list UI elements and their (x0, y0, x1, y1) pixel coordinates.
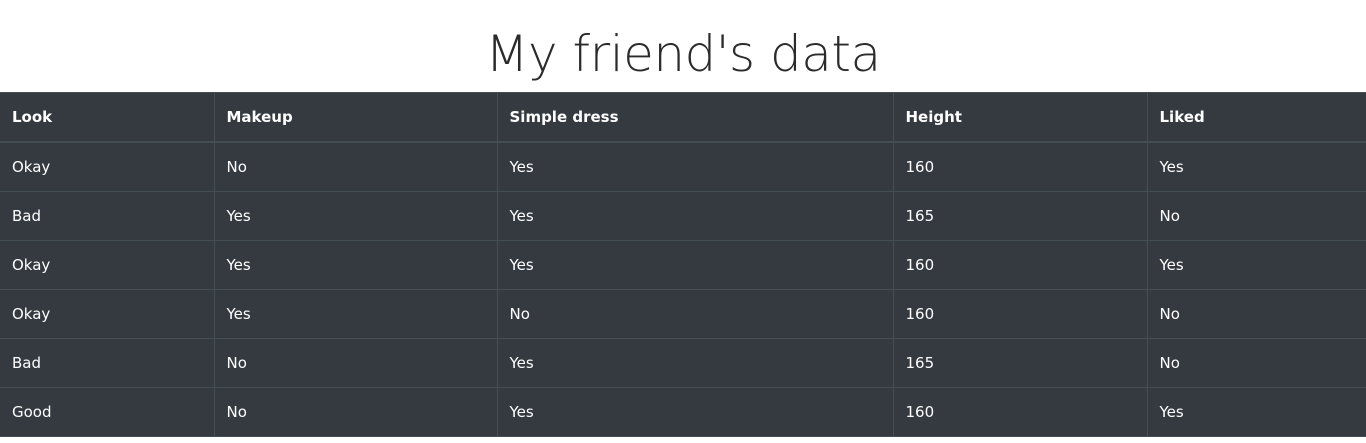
table-cell-makeup: Yes (213, 240, 498, 290)
table-cell-liked: No (1146, 289, 1366, 339)
table-cell-simple-dress: Yes (496, 191, 894, 241)
table-cell-height: 160 (892, 289, 1148, 339)
table-row: Okay Yes No 160 No (0, 289, 1366, 339)
table-row: Okay Yes Yes 160 Yes (0, 240, 1366, 290)
table-cell-liked: No (1146, 191, 1366, 241)
table-cell-height: 165 (892, 191, 1148, 241)
data-table: Look Makeup Simple dress Height Liked Ok… (0, 92, 1366, 437)
table-cell-look: Good (0, 387, 215, 437)
table-row: Bad No Yes 165 No (0, 338, 1366, 388)
table-cell-makeup: No (213, 387, 498, 437)
table-cell-liked: Yes (1146, 141, 1366, 192)
header-row: Look Makeup Simple dress Height Liked (0, 92, 1366, 143)
table-cell-look: Okay (0, 240, 215, 290)
table-cell-liked: Yes (1146, 240, 1366, 290)
table-row: Okay No Yes 160 Yes (0, 141, 1366, 192)
table-cell-height: 165 (892, 338, 1148, 388)
table-cell-simple-dress: Yes (496, 387, 894, 437)
table-cell-look: Okay (0, 141, 215, 192)
page-title: My friend's data (485, 25, 881, 83)
table-row: Good No Yes 160 Yes (0, 387, 1366, 437)
table-cell-makeup: No (213, 338, 498, 388)
table-cell-look: Okay (0, 289, 215, 339)
table-body: Okay No Yes 160 Yes Bad Yes Yes 165 No O… (0, 141, 1366, 437)
table-cell-look: Bad (0, 191, 215, 241)
column-header-simple-dress: Simple dress (496, 92, 894, 143)
table-cell-height: 160 (892, 387, 1148, 437)
column-header-makeup: Makeup (213, 92, 498, 143)
table-cell-makeup: Yes (213, 289, 498, 339)
table-row: Bad Yes Yes 165 No (0, 191, 1366, 241)
column-header-liked: Liked (1146, 92, 1366, 143)
table-header: Look Makeup Simple dress Height Liked (0, 92, 1366, 143)
table-cell-simple-dress: Yes (496, 240, 894, 290)
table-cell-simple-dress: Yes (496, 141, 894, 192)
table-cell-makeup: No (213, 141, 498, 192)
column-header-look: Look (0, 92, 215, 143)
table-cell-liked: No (1146, 338, 1366, 388)
table-cell-simple-dress: No (496, 289, 894, 339)
table-cell-liked: Yes (1146, 387, 1366, 437)
table-cell-height: 160 (892, 141, 1148, 192)
table-cell-look: Bad (0, 338, 215, 388)
table-cell-simple-dress: Yes (496, 338, 894, 388)
table-cell-height: 160 (892, 240, 1148, 290)
column-header-height: Height (892, 92, 1148, 143)
table-cell-makeup: Yes (213, 191, 498, 241)
